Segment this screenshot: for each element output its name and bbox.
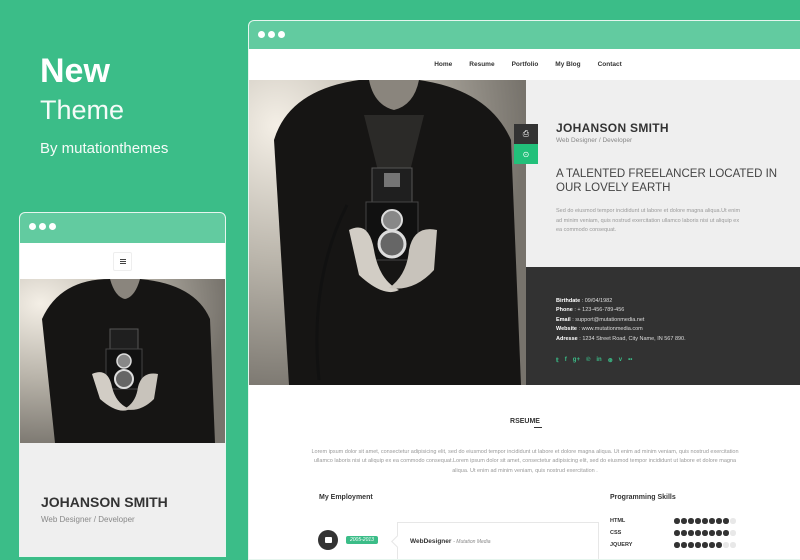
profile-photo: [249, 80, 526, 385]
browser-titlebar: [249, 21, 800, 49]
contact-details-panel: Birthdate : 09/04/1982 Phone : + 123-456…: [526, 267, 800, 385]
google-plus-icon[interactable]: g+: [573, 357, 580, 364]
profile-tagline: A TALENTED FREELANCER LOCATED IN OUR LOV…: [556, 168, 778, 194]
contact-email[interactable]: Email : support@mutationmedia.net: [556, 316, 686, 325]
rating-dot-filled: [723, 518, 729, 524]
rating-dot-filled: [688, 530, 694, 536]
nav-contact[interactable]: Contact: [598, 61, 622, 68]
contact-website[interactable]: Website : www.mutationmedia.com: [556, 325, 686, 334]
window-dots: [258, 31, 285, 38]
promo-text: New Theme By mutationthemes: [40, 52, 168, 157]
mobile-nav: [20, 243, 225, 279]
rating-dot-filled: [716, 530, 722, 536]
download-button[interactable]: ⊙: [514, 144, 538, 164]
rating-dot-filled: [709, 518, 715, 524]
skills-title: Programming Skills: [610, 494, 676, 501]
rating-dot-filled: [709, 530, 715, 536]
rating-dot-filled: [674, 518, 680, 524]
briefcase-icon: [318, 530, 338, 550]
promo-author: By mutationthemes: [40, 140, 169, 157]
rating-dot-empty: [730, 542, 736, 548]
profile-role: Web Designer / Developer: [556, 137, 633, 144]
rating-dot-filled: [702, 542, 708, 548]
skill-name: CSS: [610, 530, 622, 536]
rating-dot-filled: [688, 518, 694, 524]
contact-birthdate: Birthdate : 09/04/1982: [556, 298, 613, 304]
hero-section: JOHANSON SMITH Web Designer / Developer …: [249, 80, 800, 385]
rating-dot-filled: [674, 542, 680, 548]
facebook-icon[interactable]: f: [565, 357, 567, 364]
flickr-icon[interactable]: ••: [628, 357, 632, 364]
pinterest-icon[interactable]: ℗: [586, 357, 590, 364]
nav-my-blog[interactable]: My Blog: [555, 61, 580, 68]
dribbble-icon[interactable]: ⊛: [608, 357, 613, 364]
resume-section: RSEUME Lorem ipsum dolor sit amet, conse…: [249, 410, 800, 476]
contact-list: Birthdate : 09/04/1982 Phone : + 123-456…: [556, 297, 686, 344]
contact-phone: Phone : + 123-456-789-456: [556, 307, 625, 314]
rating-dot-empty: [730, 530, 736, 536]
social-links: 𝕥 f g+ ℗ in ⊛ v ••: [556, 357, 632, 364]
rating-dot-filled: [695, 518, 701, 524]
skill-row: JQUERY: [610, 542, 736, 548]
rating-dot-filled: [702, 530, 708, 536]
employment-title: My Employment: [319, 494, 373, 501]
rating-dot-filled: [681, 542, 687, 548]
rating-dot-filled: [695, 542, 701, 548]
printer-icon: ⎙: [522, 129, 530, 138]
promo-subheadline: Theme: [40, 95, 125, 125]
window-dots: [29, 223, 56, 230]
rating-dot-filled: [695, 530, 701, 536]
mobile-preview-window: JOHANSON SMITH Web Designer / Developer: [19, 212, 226, 557]
download-icon: ⊙: [522, 149, 530, 159]
profile-blurb: Sed do eiusmod tempor incididunt ut labo…: [556, 208, 741, 233]
contact-address: Adresse : 1234 Street Road, City Name, I…: [556, 335, 686, 342]
skill-name: HTML: [610, 518, 626, 524]
employment-company: - Mutation Media: [453, 539, 491, 545]
twitter-icon[interactable]: 𝕥: [556, 357, 559, 364]
skill-row: CSS: [610, 530, 736, 536]
rating-dot-empty: [723, 542, 729, 548]
mobile-profile-name: JOHANSON SMITH: [41, 494, 168, 510]
mobile-profile-info: JOHANSON SMITH Web Designer / Developer: [20, 443, 225, 556]
main-nav: Home Resume Portfolio My Blog Contact: [249, 49, 800, 80]
employment-dates: 2005-2013: [346, 536, 378, 544]
promo-headline: New: [40, 52, 110, 90]
print-button[interactable]: ⎙: [514, 124, 538, 144]
skill-rating: [674, 542, 736, 548]
resume-title: RSEUME: [510, 418, 542, 428]
rating-dot-filled: [674, 530, 680, 536]
profile-name: JOHANSON SMITH: [556, 121, 669, 135]
rating-dot-filled: [709, 542, 715, 548]
skill-name: JQUERY: [610, 542, 633, 548]
rating-dot-filled: [723, 530, 729, 536]
skill-rating: [674, 518, 736, 524]
profile-info-panel: JOHANSON SMITH Web Designer / Developer …: [526, 80, 800, 267]
resume-intro: Lorem ipsum dolor sit amet, consectetur …: [311, 449, 739, 474]
mobile-titlebar: [20, 213, 225, 243]
skill-rating: [674, 530, 736, 536]
rating-dot-filled: [716, 518, 722, 524]
skill-row: HTML: [610, 518, 736, 524]
vimeo-icon[interactable]: v: [619, 357, 622, 364]
employment-position: WebDesigner - Mutation Media: [410, 538, 491, 545]
nav-resume[interactable]: Resume: [469, 61, 494, 68]
rating-dot-empty: [730, 518, 736, 524]
mobile-profile-role: Web Designer / Developer: [41, 515, 135, 524]
rating-dot-filled: [688, 542, 694, 548]
linkedin-icon[interactable]: in: [596, 357, 601, 364]
desktop-preview-window: Home Resume Portfolio My Blog Contact JO…: [248, 20, 800, 560]
hamburger-menu-icon[interactable]: [113, 251, 132, 271]
nav-portfolio[interactable]: Portfolio: [512, 61, 539, 68]
rating-dot-filled: [702, 518, 708, 524]
rating-dot-filled: [681, 530, 687, 536]
employment-card: WebDesigner - Mutation Media: [397, 522, 599, 559]
rating-dot-filled: [681, 518, 687, 524]
mobile-profile-photo: [20, 279, 225, 443]
rating-dot-filled: [716, 542, 722, 548]
nav-home[interactable]: Home: [434, 61, 452, 68]
